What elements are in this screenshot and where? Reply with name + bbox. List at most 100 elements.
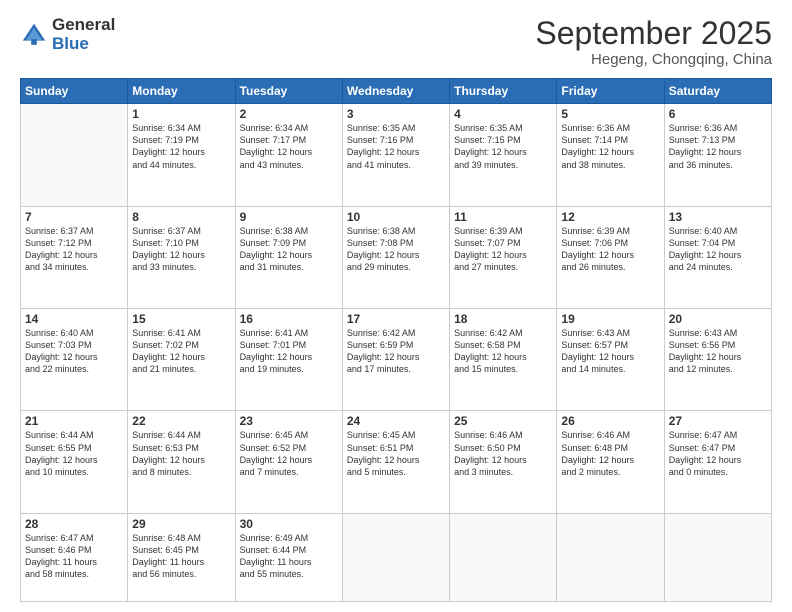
day-number: 1 [132, 107, 230, 121]
cell-info: Sunrise: 6:34 AM Sunset: 7:19 PM Dayligh… [132, 122, 230, 171]
day-number: 7 [25, 210, 123, 224]
cell-info: Sunrise: 6:47 AM Sunset: 6:46 PM Dayligh… [25, 532, 123, 581]
day-number: 16 [240, 312, 338, 326]
table-row: 8Sunrise: 6:37 AM Sunset: 7:10 PM Daylig… [128, 206, 235, 308]
table-row: 4Sunrise: 6:35 AM Sunset: 7:15 PM Daylig… [450, 104, 557, 206]
cell-info: Sunrise: 6:46 AM Sunset: 6:48 PM Dayligh… [561, 429, 659, 478]
day-number: 22 [132, 414, 230, 428]
month-title: September 2025 [535, 16, 772, 51]
calendar-table: Sunday Monday Tuesday Wednesday Thursday… [20, 78, 772, 602]
cell-info: Sunrise: 6:40 AM Sunset: 7:04 PM Dayligh… [669, 225, 767, 274]
day-number: 12 [561, 210, 659, 224]
col-thursday: Thursday [450, 79, 557, 104]
cell-info: Sunrise: 6:37 AM Sunset: 7:10 PM Dayligh… [132, 225, 230, 274]
table-row [342, 513, 449, 601]
table-row: 26Sunrise: 6:46 AM Sunset: 6:48 PM Dayli… [557, 411, 664, 513]
cell-info: Sunrise: 6:44 AM Sunset: 6:55 PM Dayligh… [25, 429, 123, 478]
cell-info: Sunrise: 6:47 AM Sunset: 6:47 PM Dayligh… [669, 429, 767, 478]
cell-info: Sunrise: 6:39 AM Sunset: 7:07 PM Dayligh… [454, 225, 552, 274]
day-number: 3 [347, 107, 445, 121]
day-number: 5 [561, 107, 659, 121]
table-row: 17Sunrise: 6:42 AM Sunset: 6:59 PM Dayli… [342, 309, 449, 411]
table-row: 21Sunrise: 6:44 AM Sunset: 6:55 PM Dayli… [21, 411, 128, 513]
cell-info: Sunrise: 6:34 AM Sunset: 7:17 PM Dayligh… [240, 122, 338, 171]
location-subtitle: Hegeng, Chongqing, China [535, 51, 772, 68]
table-row: 3Sunrise: 6:35 AM Sunset: 7:16 PM Daylig… [342, 104, 449, 206]
table-row: 28Sunrise: 6:47 AM Sunset: 6:46 PM Dayli… [21, 513, 128, 601]
table-row: 18Sunrise: 6:42 AM Sunset: 6:58 PM Dayli… [450, 309, 557, 411]
cell-info: Sunrise: 6:36 AM Sunset: 7:13 PM Dayligh… [669, 122, 767, 171]
day-number: 14 [25, 312, 123, 326]
cell-info: Sunrise: 6:39 AM Sunset: 7:06 PM Dayligh… [561, 225, 659, 274]
cell-info: Sunrise: 6:49 AM Sunset: 6:44 PM Dayligh… [240, 532, 338, 581]
table-row: 30Sunrise: 6:49 AM Sunset: 6:44 PM Dayli… [235, 513, 342, 601]
calendar-header-row: Sunday Monday Tuesday Wednesday Thursday… [21, 79, 772, 104]
table-row: 15Sunrise: 6:41 AM Sunset: 7:02 PM Dayli… [128, 309, 235, 411]
logo-text: General Blue [52, 16, 115, 53]
day-number: 21 [25, 414, 123, 428]
cell-info: Sunrise: 6:45 AM Sunset: 6:51 PM Dayligh… [347, 429, 445, 478]
day-number: 17 [347, 312, 445, 326]
day-number: 4 [454, 107, 552, 121]
day-number: 30 [240, 517, 338, 531]
cell-info: Sunrise: 6:40 AM Sunset: 7:03 PM Dayligh… [25, 327, 123, 376]
table-row [557, 513, 664, 601]
day-number: 2 [240, 107, 338, 121]
table-row: 11Sunrise: 6:39 AM Sunset: 7:07 PM Dayli… [450, 206, 557, 308]
day-number: 27 [669, 414, 767, 428]
table-row [450, 513, 557, 601]
table-row [21, 104, 128, 206]
cell-info: Sunrise: 6:43 AM Sunset: 6:57 PM Dayligh… [561, 327, 659, 376]
day-number: 24 [347, 414, 445, 428]
day-number: 11 [454, 210, 552, 224]
cell-info: Sunrise: 6:44 AM Sunset: 6:53 PM Dayligh… [132, 429, 230, 478]
cell-info: Sunrise: 6:37 AM Sunset: 7:12 PM Dayligh… [25, 225, 123, 274]
table-row: 9Sunrise: 6:38 AM Sunset: 7:09 PM Daylig… [235, 206, 342, 308]
col-tuesday: Tuesday [235, 79, 342, 104]
table-row: 23Sunrise: 6:45 AM Sunset: 6:52 PM Dayli… [235, 411, 342, 513]
col-saturday: Saturday [664, 79, 771, 104]
table-row: 27Sunrise: 6:47 AM Sunset: 6:47 PM Dayli… [664, 411, 771, 513]
table-row: 1Sunrise: 6:34 AM Sunset: 7:19 PM Daylig… [128, 104, 235, 206]
col-wednesday: Wednesday [342, 79, 449, 104]
day-number: 28 [25, 517, 123, 531]
day-number: 19 [561, 312, 659, 326]
table-row: 10Sunrise: 6:38 AM Sunset: 7:08 PM Dayli… [342, 206, 449, 308]
day-number: 10 [347, 210, 445, 224]
cell-info: Sunrise: 6:42 AM Sunset: 6:59 PM Dayligh… [347, 327, 445, 376]
logo: General Blue [20, 16, 115, 53]
day-number: 20 [669, 312, 767, 326]
col-monday: Monday [128, 79, 235, 104]
table-row: 19Sunrise: 6:43 AM Sunset: 6:57 PM Dayli… [557, 309, 664, 411]
table-row [664, 513, 771, 601]
table-row: 5Sunrise: 6:36 AM Sunset: 7:14 PM Daylig… [557, 104, 664, 206]
table-row: 29Sunrise: 6:48 AM Sunset: 6:45 PM Dayli… [128, 513, 235, 601]
cell-info: Sunrise: 6:41 AM Sunset: 7:02 PM Dayligh… [132, 327, 230, 376]
day-number: 29 [132, 517, 230, 531]
day-number: 8 [132, 210, 230, 224]
table-row: 6Sunrise: 6:36 AM Sunset: 7:13 PM Daylig… [664, 104, 771, 206]
page: General Blue September 2025 Hegeng, Chon… [0, 0, 792, 612]
logo-blue: Blue [52, 35, 115, 54]
cell-info: Sunrise: 6:48 AM Sunset: 6:45 PM Dayligh… [132, 532, 230, 581]
table-row: 20Sunrise: 6:43 AM Sunset: 6:56 PM Dayli… [664, 309, 771, 411]
day-number: 26 [561, 414, 659, 428]
day-number: 13 [669, 210, 767, 224]
cell-info: Sunrise: 6:46 AM Sunset: 6:50 PM Dayligh… [454, 429, 552, 478]
day-number: 9 [240, 210, 338, 224]
table-row: 16Sunrise: 6:41 AM Sunset: 7:01 PM Dayli… [235, 309, 342, 411]
table-row: 24Sunrise: 6:45 AM Sunset: 6:51 PM Dayli… [342, 411, 449, 513]
day-number: 25 [454, 414, 552, 428]
cell-info: Sunrise: 6:45 AM Sunset: 6:52 PM Dayligh… [240, 429, 338, 478]
table-row: 25Sunrise: 6:46 AM Sunset: 6:50 PM Dayli… [450, 411, 557, 513]
logo-general: General [52, 16, 115, 35]
cell-info: Sunrise: 6:38 AM Sunset: 7:09 PM Dayligh… [240, 225, 338, 274]
cell-info: Sunrise: 6:35 AM Sunset: 7:15 PM Dayligh… [454, 122, 552, 171]
table-row: 7Sunrise: 6:37 AM Sunset: 7:12 PM Daylig… [21, 206, 128, 308]
title-block: September 2025 Hegeng, Chongqing, China [535, 16, 772, 68]
logo-icon [20, 21, 48, 49]
day-number: 15 [132, 312, 230, 326]
cell-info: Sunrise: 6:35 AM Sunset: 7:16 PM Dayligh… [347, 122, 445, 171]
cell-info: Sunrise: 6:38 AM Sunset: 7:08 PM Dayligh… [347, 225, 445, 274]
header: General Blue September 2025 Hegeng, Chon… [20, 16, 772, 68]
